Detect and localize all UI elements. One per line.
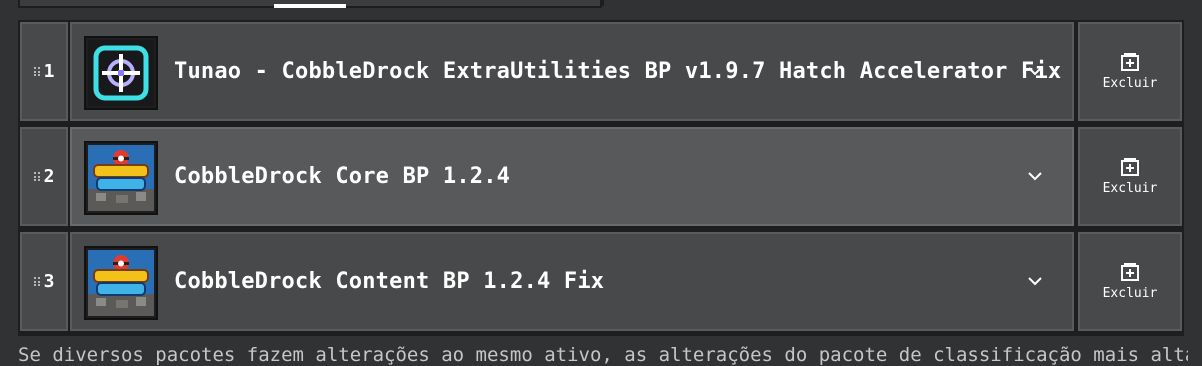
pack-entry[interactable]: Tunao - CobbleDrock ExtraUtilities BP v1…: [70, 22, 1074, 121]
delete-icon: [1121, 158, 1139, 176]
top-tab-strip: [18, 0, 1184, 10]
grip-icon: [33, 67, 40, 76]
crosshair-pack-icon: [84, 36, 158, 110]
drag-handle[interactable]: 1: [20, 22, 68, 121]
grip-icon: [33, 172, 40, 181]
pack-rank: 3: [43, 271, 55, 292]
delete-button[interactable]: Excluir: [1078, 127, 1182, 226]
chevron-down-icon[interactable]: [1026, 272, 1044, 290]
pack-entry[interactable]: CobbleDrock Content BP 1.2.4 Fix: [70, 232, 1074, 331]
delete-button[interactable]: Excluir: [1078, 232, 1182, 331]
delete-icon: [1121, 53, 1139, 71]
pack-title: Tunao - CobbleDrock ExtraUtilities BP v1…: [174, 59, 1062, 84]
cobbledrock-logo-icon: [84, 246, 158, 320]
delete-label: Excluir: [1102, 286, 1158, 301]
pack-row: 2 CobbleDrock Core BP 1.2.4 Excluir: [18, 125, 1184, 228]
chevron-down-icon[interactable]: [1026, 167, 1044, 185]
pack-title: CobbleDrock Core BP 1.2.4: [174, 164, 511, 189]
grip-icon: [33, 277, 40, 286]
delete-label: Excluir: [1102, 76, 1158, 91]
drag-handle[interactable]: 3: [20, 232, 68, 331]
tab-active[interactable]: [18, 0, 602, 8]
ranking-description: Se diversos pacotes fazem alterações ao …: [18, 344, 1188, 366]
pack-rank: 2: [43, 166, 55, 187]
pack-title: CobbleDrock Content BP 1.2.4 Fix: [174, 269, 605, 294]
delete-icon: [1121, 263, 1139, 281]
tab-underline: [274, 4, 346, 8]
active-packs-list: 1 Tunao - CobbleDrock ExtraUtilities BP …: [18, 20, 1184, 336]
pack-rank: 1: [43, 61, 55, 82]
tab-inactive[interactable]: [602, 0, 1184, 6]
drag-handle[interactable]: 2: [20, 127, 68, 226]
pack-entry[interactable]: CobbleDrock Core BP 1.2.4: [70, 127, 1074, 226]
chevron-down-icon[interactable]: [1026, 62, 1044, 80]
delete-button[interactable]: Excluir: [1078, 22, 1182, 121]
pack-row: 3 CobbleDrock Content BP 1.2.4 Fix Exclu…: [18, 230, 1184, 333]
pack-row: 1 Tunao - CobbleDrock ExtraUtilities BP …: [18, 20, 1184, 123]
cobbledrock-logo-icon: [84, 141, 158, 215]
delete-label: Excluir: [1102, 181, 1158, 196]
